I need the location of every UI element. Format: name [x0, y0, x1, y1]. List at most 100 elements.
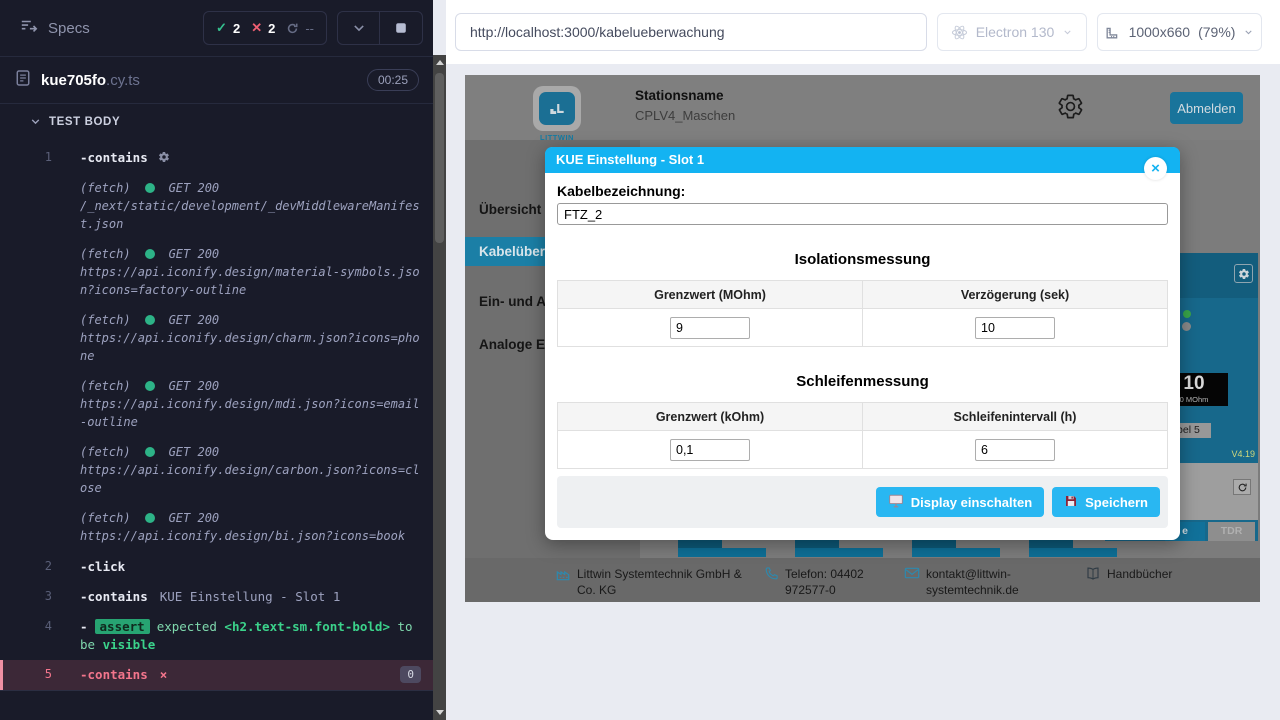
fetch-label: (fetch) [80, 311, 131, 329]
column-header: Schleifenintervall (h) [863, 403, 1168, 431]
value-input[interactable] [975, 439, 1055, 461]
email-icon [904, 566, 920, 598]
check-icon: ✓ [216, 20, 227, 36]
url-input[interactable] [455, 13, 927, 51]
command-method: -click [80, 559, 125, 574]
refresh-icon[interactable] [1233, 479, 1251, 495]
fetch-status: GET 200 [169, 509, 220, 527]
screen: Specs ✓2 ✕2 -- kue705fo .cy.ts 00:25 [0, 0, 1280, 720]
test-body-section[interactable]: TEST BODY [0, 104, 433, 139]
assert-badge: assert [95, 619, 150, 634]
settings-gear-icon[interactable] [1057, 93, 1084, 125]
command-row[interactable]: (fetch)GET 200https://api.iconify.design… [0, 372, 433, 438]
fetch-url: https://api.iconify.design/bi.json?icons… [80, 527, 421, 545]
success-dot-icon [145, 249, 155, 259]
card-gear-icon[interactable] [1234, 264, 1253, 283]
scroll-up-arrow[interactable] [436, 60, 444, 65]
app-footer: Littwin Systemtechnik GmbH & Co. KG Telef… [465, 558, 1260, 602]
cross-icon: ✕ [251, 20, 262, 36]
command-body: (fetch)GET 200https://api.iconify.design… [52, 377, 421, 431]
reporter-bottom-divider [0, 690, 433, 691]
stat-pending: -- [286, 21, 314, 36]
viewport-selector[interactable]: 1000x660 (79%) [1097, 13, 1262, 51]
fetch-status: GET 200 [169, 311, 220, 329]
footer-text: Telefon: 04402 972577-0 [785, 566, 905, 598]
spec-row[interactable]: kue705fo .cy.ts 00:25 [0, 57, 433, 104]
test-body-label: TEST BODY [49, 116, 120, 128]
runner-controls [337, 11, 423, 45]
command-row[interactable]: 5-contains×0 [0, 660, 433, 690]
fetch-status-line: (fetch)GET 200 [80, 443, 421, 461]
browser-selector[interactable]: Electron 130 [937, 13, 1087, 51]
command-method: -contains [80, 667, 148, 682]
logout-button[interactable]: Abmelden [1170, 92, 1243, 124]
command-body: (fetch) GET 200https://api.iconify.design… [52, 311, 421, 365]
save-icon [1064, 494, 1078, 511]
save-button[interactable]: Speichern [1052, 487, 1160, 517]
command-row[interactable]: 2-click [0, 552, 433, 582]
ruler-icon [1105, 24, 1121, 40]
scrollbar-thumb[interactable] [435, 73, 444, 243]
stop-button[interactable] [380, 12, 422, 44]
command-line-number [0, 245, 52, 246]
modal-footer: Display einschalten Speichern [557, 476, 1168, 528]
command-body: (fetch) GET 200https://api.iconify.design… [52, 245, 421, 299]
fetch-status: GET 200 [169, 179, 220, 197]
command-body: (fetch) GET 200https://api.iconify.design… [52, 509, 421, 545]
close-icon[interactable]: × [1144, 157, 1167, 180]
command-row[interactable]: (fetch)GET 200https://api.iconify.design… [0, 438, 433, 504]
footer-item-factory: Littwin Systemtechnik GmbH & Co. KG [555, 566, 752, 598]
test-stats[interactable]: ✓2 ✕2 -- [203, 11, 327, 45]
command-body: (fetch)GET 200/_next/static/development/… [52, 179, 421, 233]
element-count-badge: 0 [400, 666, 421, 683]
command-log: 1-contains(fetch)GET 200/_next/static/de… [0, 139, 433, 694]
viewport-size: 1000x660 [1129, 24, 1191, 40]
value-input[interactable] [670, 439, 750, 461]
command-body: -containsKUE Einstellung - Slot 1 [52, 588, 421, 606]
fetch-status: GET 200 [169, 245, 220, 263]
command-row[interactable]: 4-assertexpected <h2.text-sm.font-bold> … [0, 612, 433, 660]
fetch-label: (fetch) [80, 509, 131, 527]
fetch-url: https://api.iconify.design/charm.json?ic… [80, 329, 421, 365]
value-input[interactable] [975, 317, 1055, 339]
button-label: Speichern [1085, 495, 1148, 510]
specs-menu-icon[interactable] [20, 18, 38, 39]
command-row[interactable]: 3-containsKUE Einstellung - Slot 1 [0, 582, 433, 612]
command-line-number: 4 [0, 618, 52, 633]
fetch-status-line: (fetch) GET 200 [80, 311, 421, 329]
display-on-button[interactable]: Display einschalten [876, 487, 1044, 517]
chevron-down-icon [1243, 27, 1254, 38]
fetch-label: (fetch) [80, 245, 131, 263]
littwin-logo-icon [539, 92, 575, 125]
value-cell [863, 431, 1168, 469]
command-row[interactable]: (fetch)GET 200/_next/static/development/… [0, 174, 433, 240]
fetch-url: https://api.iconify.design/material-symb… [80, 263, 421, 299]
chevron-down-icon [30, 116, 41, 127]
fetch-status-line: (fetch) GET 200 [80, 509, 421, 527]
collapse-button[interactable] [338, 12, 380, 44]
fetch-status: GET 200 [169, 377, 220, 395]
specs-label[interactable]: Specs [48, 20, 90, 37]
command-line-number: 5 [3, 666, 52, 681]
command-row[interactable]: (fetch) GET 200https://api.iconify.design… [0, 240, 433, 306]
scroll-down-arrow[interactable] [436, 710, 444, 715]
value-input[interactable] [670, 317, 750, 339]
command-row[interactable]: 1-contains [0, 143, 433, 174]
card-tab-tdr[interactable]: TDR [1208, 522, 1255, 541]
spec-extension: .cy.ts [106, 72, 140, 89]
command-body: (fetch)GET 200https://api.iconify.design… [52, 443, 421, 497]
modal-sections: IsolationsmessungGrenzwert (MOhm)Verzöge… [545, 251, 1180, 469]
command-line-number: 1 [0, 149, 52, 164]
fetch-url: https://api.iconify.design/carbon.json?i… [80, 461, 421, 497]
footer-item-email: kontakt@littwin-systemtechnik.de [904, 566, 1026, 598]
fetch-status-line: (fetch) GET 200 [80, 245, 421, 263]
factory-icon [555, 566, 571, 598]
section-title: Schleifenmessung [545, 373, 1180, 390]
vertical-scrollbar[interactable] [433, 55, 446, 720]
command-line-number [0, 377, 52, 378]
command-row[interactable]: (fetch) GET 200https://api.iconify.design… [0, 306, 433, 372]
footer-text: Littwin Systemtechnik GmbH & Co. KG [577, 566, 752, 598]
cable-name-input[interactable] [557, 203, 1168, 225]
command-row[interactable]: (fetch) GET 200https://api.iconify.design… [0, 504, 433, 552]
reporter-header: Specs ✓2 ✕2 -- [0, 0, 433, 57]
